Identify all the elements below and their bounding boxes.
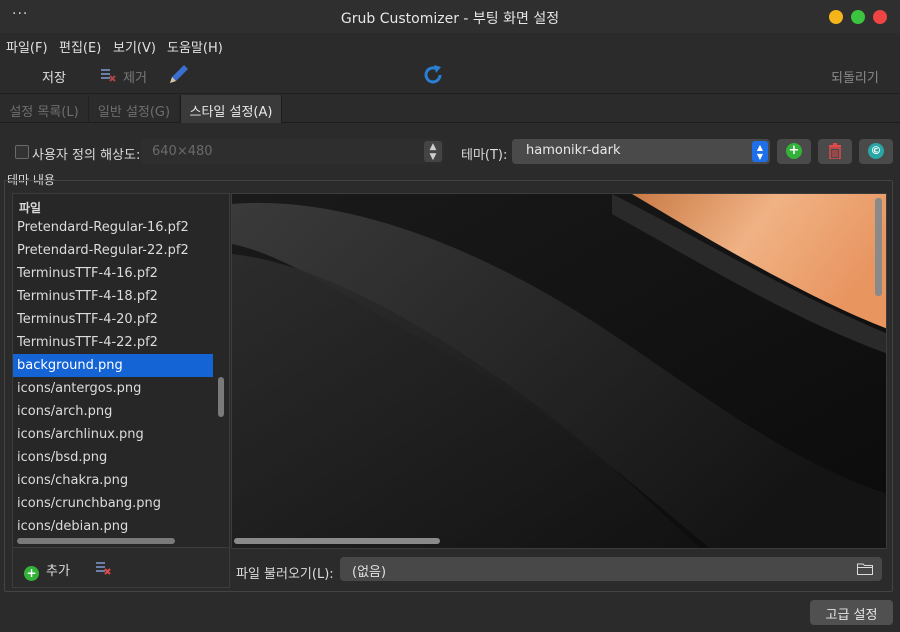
theme-value: hamonikr-dark: [526, 143, 621, 158]
background-preview: [231, 193, 887, 549]
file-list-header: 파일: [19, 201, 42, 215]
copy-icon: ©: [868, 143, 884, 159]
folder-icon: [857, 563, 873, 575]
list-item[interactable]: icons/crunchbang.png: [13, 492, 213, 515]
file-chooser-button[interactable]: (없음): [340, 557, 882, 581]
list-item[interactable]: icons/antergos.png: [13, 377, 213, 400]
file-list-vertical-scrollbar[interactable]: [218, 377, 224, 417]
resolution-value: 640×480: [152, 144, 213, 159]
list-item[interactable]: TerminusTTF-4-22.pf2: [13, 331, 213, 354]
toolbar: 저장 제거 되돌리기: [0, 57, 900, 94]
custom-resolution-label: 사용자 정의 해상도:: [32, 148, 141, 163]
minimize-button[interactable]: [829, 10, 843, 24]
edit-pencil-icon[interactable]: [166, 63, 190, 87]
file-list[interactable]: 파일 Pretendard-Regular-16.pf2 Pretendard-…: [12, 193, 230, 548]
window-title: Grub Customizer - 부팅 화면 설정: [340, 11, 560, 27]
advanced-settings-button[interactable]: 고급 설정: [810, 600, 893, 625]
delete-theme-button[interactable]: [818, 139, 852, 164]
list-item[interactable]: icons/debian.png: [13, 515, 213, 538]
plus-icon: +: [786, 143, 802, 159]
menu-edit[interactable]: 편집(E): [59, 37, 101, 56]
copy-theme-button[interactable]: ©: [859, 139, 893, 164]
add-file-label: 추가: [46, 564, 70, 579]
preview-horizontal-scrollbar[interactable]: [234, 538, 440, 544]
resolution-combobox[interactable]: 640×480 ▲ ▼: [141, 139, 444, 164]
list-item[interactable]: Pretendard-Regular-22.pf2: [13, 239, 213, 262]
list-item[interactable]: icons/chakra.png: [13, 469, 213, 492]
trash-icon: [829, 143, 841, 159]
theme-label: 테마(T):: [461, 148, 508, 163]
resolution-theme-row: 사용자 정의 해상도: 640×480 ▲ ▼ 테마(T): hamonikr-d…: [0, 138, 900, 166]
tab-bar: 설정 목록(L) 일반 설정(G) 스타일 설정(A): [0, 95, 900, 123]
revert-button[interactable]: 되돌리기: [831, 67, 879, 86]
list-item[interactable]: Pretendard-Regular-16.pf2: [13, 216, 213, 239]
file-list-horizontal-scrollbar[interactable]: [17, 538, 175, 544]
add-file-button[interactable]: + 추가: [24, 560, 70, 581]
refresh-icon[interactable]: [421, 63, 445, 87]
file-list-actions: + 추가: [12, 548, 230, 588]
list-item[interactable]: icons/bsd.png: [13, 446, 213, 469]
close-button[interactable]: [873, 10, 887, 24]
theme-select[interactable]: hamonikr-dark ▲ ▼: [512, 139, 770, 164]
menu-view[interactable]: 보기(V): [113, 37, 156, 56]
chevron-updown-icon: ▲ ▼: [752, 141, 768, 162]
plus-icon: +: [24, 566, 39, 581]
background-image: [232, 194, 886, 548]
menu-file[interactable]: 파일(F): [6, 37, 48, 56]
preview-vertical-scrollbar[interactable]: [875, 198, 882, 296]
title-bar: ··· Grub Customizer - 부팅 화면 설정: [0, 0, 900, 33]
menu-help[interactable]: 도움말(H): [167, 37, 223, 56]
list-item[interactable]: icons/arch.png: [13, 400, 213, 423]
tab-entry-list[interactable]: 설정 목록(L): [0, 95, 89, 123]
add-theme-button[interactable]: +: [777, 139, 811, 164]
tab-appearance-settings[interactable]: 스타일 설정(A): [180, 95, 282, 123]
menu-bar: 파일(F) 편집(E) 보기(V) 도움말(H): [0, 33, 900, 57]
custom-resolution-checkbox[interactable]: [15, 145, 29, 159]
chevron-updown-icon[interactable]: ▲ ▼: [424, 141, 442, 162]
tab-general-settings[interactable]: 일반 설정(G): [89, 95, 180, 123]
maximize-button[interactable]: [851, 10, 865, 24]
list-item[interactable]: TerminusTTF-4-20.pf2: [13, 308, 213, 331]
list-item[interactable]: icons/archlinux.png: [13, 423, 213, 446]
save-button[interactable]: 저장: [42, 67, 66, 86]
list-item[interactable]: TerminusTTF-4-16.pf2: [13, 262, 213, 285]
remove-file-icon[interactable]: [95, 560, 111, 576]
list-item[interactable]: TerminusTTF-4-18.pf2: [13, 285, 213, 308]
file-chooser-value: (없음): [352, 565, 387, 580]
remove-list-icon: [101, 69, 116, 82]
remove-button[interactable]: 제거: [123, 67, 147, 86]
file-load-row: 파일 불러오기(L): (없음): [236, 556, 896, 582]
file-load-label: 파일 불러오기(L):: [236, 567, 334, 582]
list-item-selected[interactable]: background.png: [13, 354, 213, 377]
